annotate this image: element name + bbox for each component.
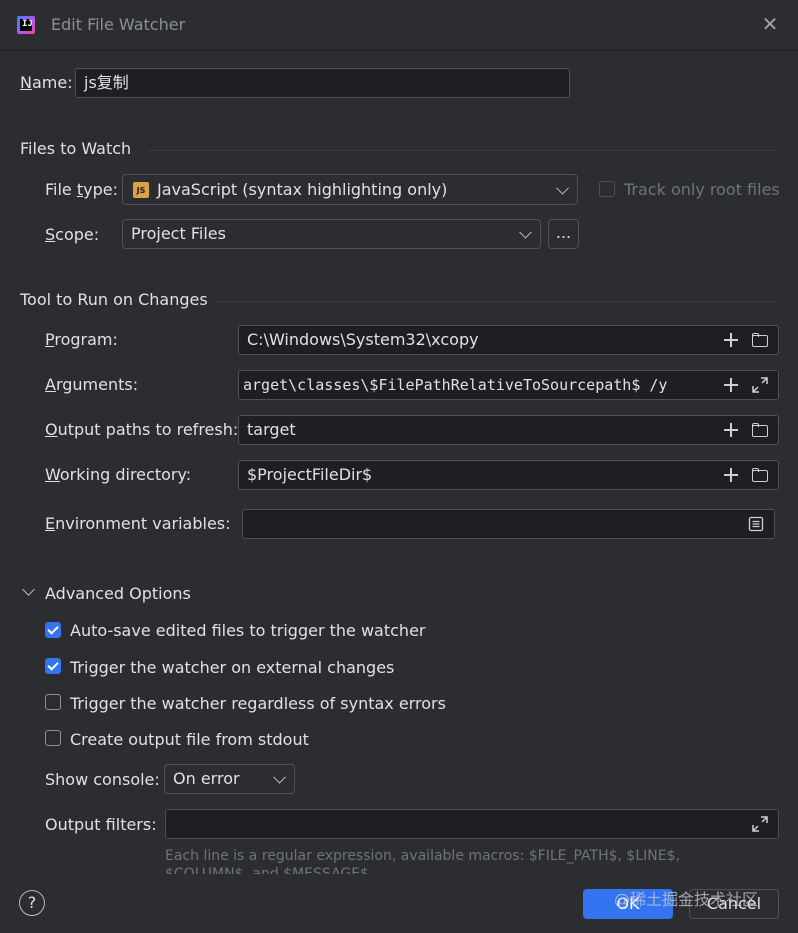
program-label: Program: bbox=[45, 330, 118, 349]
output-filters-input[interactable] bbox=[165, 809, 779, 839]
folder-icon[interactable] bbox=[750, 465, 770, 485]
folder-icon[interactable] bbox=[750, 330, 770, 350]
edit-list-icon[interactable] bbox=[746, 514, 766, 534]
plus-icon[interactable] bbox=[721, 465, 741, 485]
section-separator bbox=[217, 301, 778, 302]
working-directory-value: $ProjectFileDir$ bbox=[247, 465, 373, 484]
plus-icon[interactable] bbox=[721, 420, 741, 440]
folder-icon[interactable] bbox=[750, 420, 770, 440]
show-console-value: On error bbox=[173, 769, 240, 788]
environment-variables-input[interactable] bbox=[242, 509, 775, 539]
title-bar: IJ Edit File Watcher ✕ bbox=[0, 0, 798, 51]
dialog-title: Edit File Watcher bbox=[51, 15, 186, 34]
collapse-chevron-icon[interactable] bbox=[22, 583, 35, 596]
program-input[interactable]: C:\Windows\System32\xcopy bbox=[238, 325, 779, 355]
name-input[interactable]: js复制 bbox=[75, 68, 570, 98]
create-output-file-label: Create output file from stdout bbox=[70, 730, 309, 749]
track-only-root-label: Track only root files bbox=[624, 180, 780, 199]
tool-section-title: Tool to Run on Changes bbox=[20, 290, 208, 309]
hint-line-2: $COLUMN$, and $MESSAGE$ bbox=[165, 866, 369, 874]
environment-variables-label: Environment variables: bbox=[45, 514, 231, 533]
scope-browse-button[interactable]: ... bbox=[548, 219, 579, 249]
chevron-down-icon bbox=[519, 225, 532, 239]
arguments-label: Arguments: bbox=[45, 375, 139, 394]
trigger-external-label: Trigger the watcher on external changes bbox=[70, 658, 395, 677]
output-paths-label: Output paths to refresh: bbox=[45, 420, 239, 439]
chevron-down-icon bbox=[273, 770, 286, 784]
file-type-value: JavaScript (syntax highlighting only) bbox=[157, 180, 448, 199]
files-to-watch-title: Files to Watch bbox=[20, 139, 132, 158]
working-directory-input[interactable]: $ProjectFileDir$ bbox=[238, 460, 779, 490]
arguments-input[interactable]: arget\classes\$FilePathRelativeToSourcep… bbox=[238, 370, 779, 400]
output-paths-value: target bbox=[247, 420, 296, 439]
file-type-label: File type: bbox=[45, 180, 118, 199]
trigger-regardless-errors-label: Trigger the watcher regardless of syntax… bbox=[70, 694, 446, 713]
auto-save-checkbox[interactable] bbox=[45, 622, 61, 638]
show-console-label: Show console: bbox=[45, 770, 160, 789]
hint-line-1: Each line is a regular expression, avail… bbox=[165, 848, 680, 864]
advanced-options-title[interactable]: Advanced Options bbox=[45, 584, 191, 603]
program-value: C:\Windows\System32\xcopy bbox=[247, 330, 479, 349]
file-type-select[interactable]: JS JavaScript (syntax highlighting only) bbox=[122, 174, 578, 205]
javascript-file-icon: JS bbox=[133, 182, 149, 198]
arguments-value: arget\classes\$FilePathRelativeToSourcep… bbox=[243, 376, 668, 394]
close-icon[interactable]: ✕ bbox=[760, 14, 780, 34]
working-directory-label: Working directory: bbox=[45, 465, 192, 484]
section-separator bbox=[148, 150, 778, 151]
trigger-external-checkbox[interactable] bbox=[45, 658, 61, 674]
auto-save-label: Auto-save edited files to trigger the wa… bbox=[70, 621, 426, 640]
name-label: Name: bbox=[20, 73, 73, 92]
plus-icon[interactable] bbox=[721, 330, 741, 350]
create-output-file-checkbox[interactable] bbox=[45, 730, 61, 746]
plus-icon[interactable] bbox=[721, 375, 741, 395]
watermark: @稀土掘金技术社区 bbox=[614, 890, 759, 909]
expand-icon[interactable] bbox=[750, 814, 770, 834]
show-console-select[interactable]: On error bbox=[164, 764, 295, 794]
help-button[interactable]: ? bbox=[19, 890, 45, 916]
track-only-root-checkbox[interactable] bbox=[599, 181, 615, 197]
output-filters-hint: Each line is a regular expression, avail… bbox=[165, 846, 785, 874]
chevron-down-icon bbox=[556, 181, 569, 195]
scope-value: Project Files bbox=[131, 224, 226, 243]
scope-label: Scope: bbox=[45, 225, 100, 244]
expand-icon[interactable] bbox=[750, 375, 770, 395]
scope-select[interactable]: Project Files bbox=[122, 219, 541, 249]
trigger-regardless-errors-checkbox[interactable] bbox=[45, 694, 61, 710]
output-filters-label: Output filters: bbox=[45, 815, 157, 834]
output-paths-input[interactable]: target bbox=[238, 415, 779, 445]
intellij-app-icon: IJ bbox=[17, 16, 35, 34]
